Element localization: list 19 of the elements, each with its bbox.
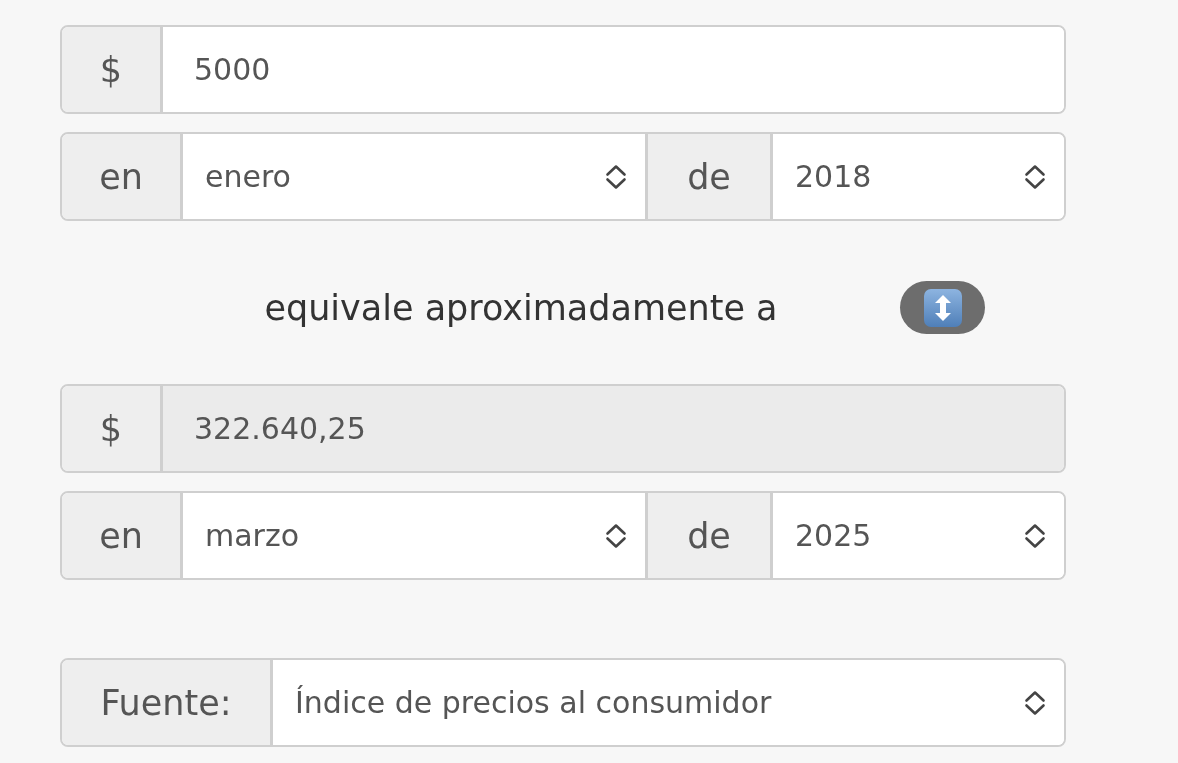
month-label: en	[62, 134, 180, 219]
swap-button[interactable]	[900, 281, 985, 334]
source-label: Fuente:	[62, 660, 270, 745]
currency-label: $	[62, 386, 160, 471]
year-label: de	[645, 134, 770, 219]
source-select[interactable]: Índice de precios al consumidor	[270, 660, 1064, 745]
up-down-chevron-icon	[1024, 689, 1046, 716]
up-down-chevron-icon	[605, 522, 627, 549]
equivalence-text: equivale aproximadamente a	[264, 287, 778, 328]
year-label: de	[645, 493, 770, 578]
up-down-chevron-icon	[605, 163, 627, 190]
year-select[interactable]: 2025	[770, 493, 1064, 578]
currency-label: $	[62, 27, 160, 112]
amount-input[interactable]: 5000	[160, 27, 1064, 112]
up-down-chevron-icon	[1024, 163, 1046, 190]
month-label: en	[62, 493, 180, 578]
up-down-chevron-icon	[1024, 522, 1046, 549]
result-field[interactable]: 322.640,25	[160, 386, 1064, 471]
year-select[interactable]: 2018	[770, 134, 1064, 219]
